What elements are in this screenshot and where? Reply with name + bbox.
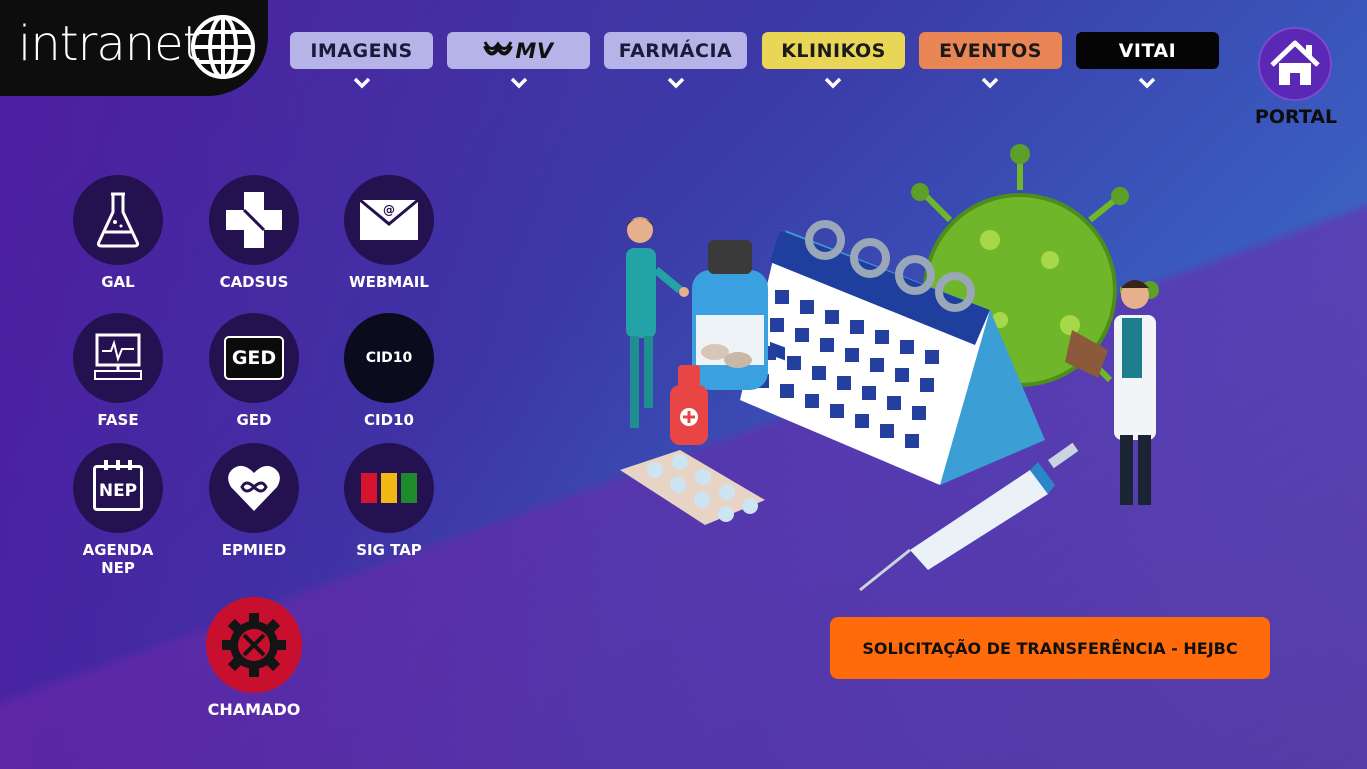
health-illustration [620,144,1159,592]
medicine-bottle-illustration [692,240,768,390]
home-icon [1270,40,1320,85]
app-cid10-label: CID10 [364,411,414,429]
transfer-request-label: SOLICITAÇÃO DE TRANSFERÊNCIA - HEJBC [862,638,1238,658]
color-bars-icon [361,473,417,503]
app-cid10[interactable]: CID10 CID10 [319,313,459,429]
chevron-down-icon[interactable] [823,76,843,90]
app-fase-label: FASE [97,411,139,429]
app-webmail-circle: @ [344,175,434,265]
ged-icon: GED [224,336,284,380]
nav-farmacia-label: FARMÁCIA [618,39,733,62]
nav-eventos-label: EVENTOS [939,39,1042,62]
app-fase-circle [73,313,163,403]
globe-icon [191,15,255,79]
calendar-nep-text: NEP [98,481,138,501]
chevron-down-icon[interactable] [352,76,372,90]
nav-imagens-label: IMAGENS [310,39,413,62]
app-chamado[interactable]: CHAMADO [184,597,324,719]
nav-farmacia[interactable]: FARMÁCIA [604,32,747,69]
chevron-down-icon[interactable] [666,76,686,90]
blister-pack-illustration [620,450,765,525]
calendar-nep-icon: NEP [93,460,143,511]
app-agenda-nep-label: AGENDA NEP [48,541,188,577]
app-cadsus-circle [209,175,299,265]
transfer-request-button[interactable]: SOLICITAÇÃO DE TRANSFERÊNCIA - HEJBC [830,617,1270,679]
app-gal[interactable]: GAL [48,175,188,291]
app-fase[interactable]: FASE [48,313,188,429]
app-agenda-nep-label-line1: AGENDA [82,541,154,559]
logo-text: intranet [18,16,201,72]
mail-icon: @ [359,198,419,240]
app-webmail[interactable]: @ WEBMAIL [319,175,459,291]
app-ged-circle: GED [209,313,299,403]
nav-klinikos[interactable]: KLINIKOS [762,32,905,69]
intranet-logo[interactable]: intranet [0,0,268,96]
cid10-icon: CID10 [365,350,413,366]
portal-button[interactable] [1258,27,1332,101]
app-sig-tap-circle [344,443,434,533]
svg-text:@: @ [383,203,395,217]
app-ged[interactable]: GED GED [184,313,324,429]
app-sig-tap[interactable]: SIG TAP [319,443,459,559]
chevron-down-icon[interactable] [1137,76,1157,90]
app-cadsus-label: CADSUS [219,273,289,291]
nav-vitai[interactable]: VITAI [1076,32,1219,69]
chevron-down-icon[interactable] [509,76,529,90]
app-epmied-label: EPMIED [221,541,287,559]
nav-klinikos-label: KLINIKOS [781,39,886,62]
mv-logo-icon [483,40,514,55]
heart-infinity-icon [228,465,280,511]
nav-mv[interactable]: MV [447,32,590,69]
app-cid10-circle: CID10 [344,313,434,403]
monitor-icon [94,333,142,380]
portal-label: PORTAL [1254,106,1338,128]
app-chamado-label: CHAMADO [207,700,301,719]
app-epmied[interactable]: EPMIED [184,443,324,559]
chevron-down-icon[interactable] [980,76,1000,90]
nav-vitai-label: VITAI [1118,39,1177,62]
app-webmail-label: WEBMAIL [349,273,429,291]
nav-mv-label: MV [515,38,554,63]
app-ged-label: GED [236,411,272,429]
app-agenda-nep-circle: NEP [73,443,163,533]
ged-icon-text: GED [231,347,277,369]
app-agenda-nep-label-line2: NEP [101,559,135,577]
nav-eventos[interactable]: EVENTOS [919,32,1062,69]
app-gal-label: GAL [101,273,135,291]
app-epmied-circle [209,443,299,533]
nav-imagens[interactable]: IMAGENS [290,32,433,69]
cross-icon [226,192,282,248]
app-cadsus[interactable]: CADSUS [184,175,324,291]
gear-tools-icon [222,613,286,677]
app-chamado-circle [206,597,302,693]
flask-icon [96,192,140,248]
app-gal-circle [73,175,163,265]
app-sig-tap-label: SIG TAP [356,541,422,559]
app-agenda-nep[interactable]: NEP AGENDA NEP [48,443,188,577]
